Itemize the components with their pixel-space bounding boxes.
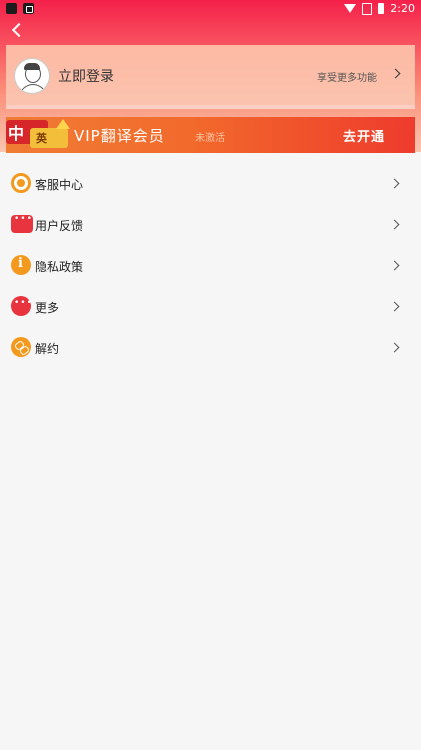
vip-activate-button[interactable]: 去开通 [343, 126, 385, 145]
menu-item-label: 更多 [35, 301, 60, 315]
status-time: 2:20 [390, 2, 415, 15]
chevron-right-icon [389, 260, 400, 271]
status-bar: 2:20 [0, 0, 421, 18]
vip-title: VIP翻译会员 [74, 127, 165, 145]
vip-status: 未激活 [195, 133, 225, 144]
crown-icon [56, 119, 70, 129]
sim-icon [362, 2, 373, 15]
login-label[interactable]: 立即登录 [58, 66, 114, 86]
chevron-right-icon [389, 219, 400, 230]
info-icon [11, 255, 31, 275]
menu-item-label: 解约 [35, 342, 60, 356]
vip-banner[interactable]: 中 英 VIP翻译会员 未激活 去开通 [6, 117, 415, 153]
headset-icon [11, 173, 31, 193]
vip-icon-text-zh: 中 [8, 124, 25, 143]
menu-item-privacy[interactable]: 隐私政策 [0, 246, 421, 287]
chevron-right-icon [389, 342, 400, 353]
wifi-icon [344, 4, 357, 13]
menu-item-more[interactable]: 更多 [0, 287, 421, 328]
notification-icon [6, 3, 17, 14]
chevron-right-icon [389, 178, 400, 189]
menu-item-label: 客服中心 [35, 178, 84, 192]
login-hint: 享受更多功能 [317, 73, 377, 84]
card-divider [6, 105, 415, 109]
battery-icon [378, 3, 385, 14]
chat-bubble-icon [11, 214, 33, 233]
chevron-right-icon [389, 301, 400, 312]
back-button[interactable] [10, 22, 26, 38]
settings-menu: 客服中心 用户反馈 隐私政策 更多 解约 [0, 164, 421, 369]
avatar-body-shape [19, 84, 47, 93]
translate-badge-icon: 中 英 [6, 119, 72, 150]
menu-item-unsubscribe[interactable]: 解约 [0, 328, 421, 369]
chevron-right-icon [390, 68, 401, 79]
menu-item-label: 隐私政策 [35, 260, 84, 274]
menu-item-feedback[interactable]: 用户反馈 [0, 205, 421, 246]
more-dots-icon [11, 296, 33, 316]
app-notification-icon [23, 3, 34, 14]
avatar[interactable] [14, 58, 50, 94]
avatar-hair-shape [24, 63, 40, 70]
login-card[interactable]: 立即登录 享受更多功能 [6, 45, 415, 105]
menu-item-label: 用户反馈 [35, 219, 84, 233]
menu-item-customer-service[interactable]: 客服中心 [0, 164, 421, 205]
vip-icon-text-en: 英 [36, 132, 47, 145]
unlink-icon [11, 337, 31, 357]
